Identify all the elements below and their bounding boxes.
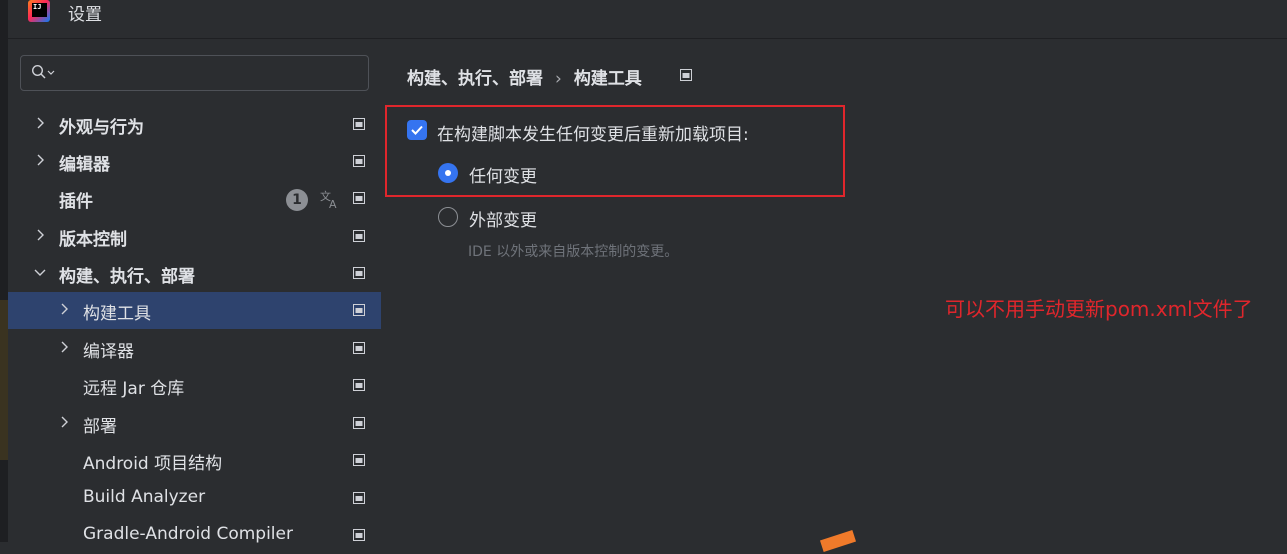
settings-content: 构建、执行、部署 › 构建工具 在构建脚本发生任何变更后重新加载项目: 任何变更 外…: [381, 39, 1287, 552]
chevron-right-icon[interactable]: [56, 301, 72, 317]
update-count-badge: 1: [286, 189, 308, 211]
sidebar-item-label: Build Analyzer: [83, 487, 206, 507]
project-level-icon: [353, 454, 365, 466]
external-changes-label[interactable]: 外部变更: [469, 206, 537, 231]
external-changes-hint: IDE 以外或来自版本控制的变更。: [468, 244, 679, 260]
chevron-right-icon[interactable]: [56, 339, 72, 355]
project-level-icon: [353, 492, 365, 504]
logo-text: IJ: [32, 3, 47, 17]
checkmark-icon: [411, 125, 423, 135]
external-changes-radio[interactable]: [438, 207, 458, 227]
breadcrumb-current: 构建工具: [573, 69, 642, 89]
project-level-icon: [353, 267, 365, 279]
sidebar-item-android-project-structure[interactable]: Android 项目结构: [8, 442, 381, 479]
sidebar-item-label: Gradle-Android Compiler: [83, 524, 293, 544]
sidebar-item-vcs[interactable]: 版本控制: [8, 218, 381, 255]
sidebar-item-appearance[interactable]: 外观与行为: [8, 106, 381, 143]
sidebar-item-compiler[interactable]: 编译器: [8, 330, 381, 367]
project-level-icon: [353, 417, 365, 429]
highlight-box: [385, 105, 845, 197]
sidebar-item-label: 部署: [83, 417, 117, 437]
annotation-arrow-mark: [819, 530, 857, 552]
chevron-down-icon[interactable]: [32, 264, 48, 280]
chevron-right-icon[interactable]: [32, 227, 48, 243]
settings-sidebar: 外观与行为 编辑器 插件 1 文 A 版本控制 构建、执行、部署 构建工具 编译…: [8, 39, 381, 544]
sidebar-item-label: 远程 Jar 仓库: [83, 379, 185, 399]
sidebar-item-label: 构建、执行、部署: [59, 267, 195, 287]
search-icon: [31, 64, 46, 79]
breadcrumb-parent[interactable]: 构建、执行、部署: [407, 69, 543, 89]
sidebar-item-build-exec-deploy[interactable]: 构建、执行、部署: [8, 255, 381, 292]
chevron-right-icon[interactable]: [32, 115, 48, 131]
project-level-icon: [353, 529, 365, 541]
chevron-right-icon[interactable]: [56, 414, 72, 430]
window-title: 设置: [68, 5, 102, 25]
project-level-icon: [353, 192, 365, 204]
settings-search[interactable]: [20, 55, 369, 91]
project-level-icon: [353, 342, 365, 354]
sidebar-item-label: Android 项目结构: [83, 454, 223, 474]
sidebar-item-remote-jar-repos[interactable]: 远程 Jar 仓库: [8, 367, 381, 404]
translate-icon: 文 A: [320, 189, 337, 210]
project-level-icon: [353, 118, 365, 130]
project-level-icon: [353, 379, 365, 391]
project-level-icon: [353, 230, 365, 242]
search-options-chevron-icon[interactable]: [47, 70, 55, 76]
project-level-icon: [353, 304, 365, 316]
any-changes-radio[interactable]: [438, 163, 458, 183]
breadcrumb: 构建、执行、部署 › 构建工具: [407, 64, 642, 89]
sidebar-item-gradle-android-compiler[interactable]: Gradle-Android Compiler: [8, 517, 381, 554]
sidebar-item-build-analyzer[interactable]: Build Analyzer: [8, 480, 381, 517]
sidebar-item-deployment[interactable]: 部署: [8, 405, 381, 442]
sidebar-item-editor[interactable]: 编辑器: [8, 143, 381, 180]
sidebar-item-label: 外观与行为: [59, 118, 144, 138]
svg-text:A: A: [329, 198, 337, 210]
reload-project-checkbox[interactable]: [407, 120, 427, 140]
intellij-logo-icon: IJ: [28, 0, 50, 22]
sidebar-item-build-tools[interactable]: 构建工具: [8, 292, 381, 329]
chevron-right-icon[interactable]: [32, 152, 48, 168]
search-input[interactable]: [55, 62, 359, 86]
sidebar-item-plugins[interactable]: 插件 1 文 A: [8, 180, 381, 217]
sidebar-item-label: 构建工具: [83, 304, 151, 324]
title-bar: IJ 设置: [8, 0, 1287, 39]
any-changes-label[interactable]: 任何变更: [469, 162, 537, 187]
sidebar-item-label: 编译器: [83, 342, 134, 362]
left-edge: [0, 0, 8, 542]
project-level-icon: [353, 155, 365, 167]
reload-project-label[interactable]: 在构建脚本发生任何变更后重新加载项目:: [437, 120, 749, 145]
breadcrumb-separator: ›: [555, 69, 562, 89]
annotation-text: 可以不用手动更新pom.xml文件了: [945, 297, 1253, 321]
project-level-icon: [680, 69, 692, 81]
sidebar-item-label: 插件: [59, 192, 93, 212]
sidebar-item-label: 编辑器: [59, 155, 110, 175]
sidebar-item-label: 版本控制: [59, 230, 127, 250]
